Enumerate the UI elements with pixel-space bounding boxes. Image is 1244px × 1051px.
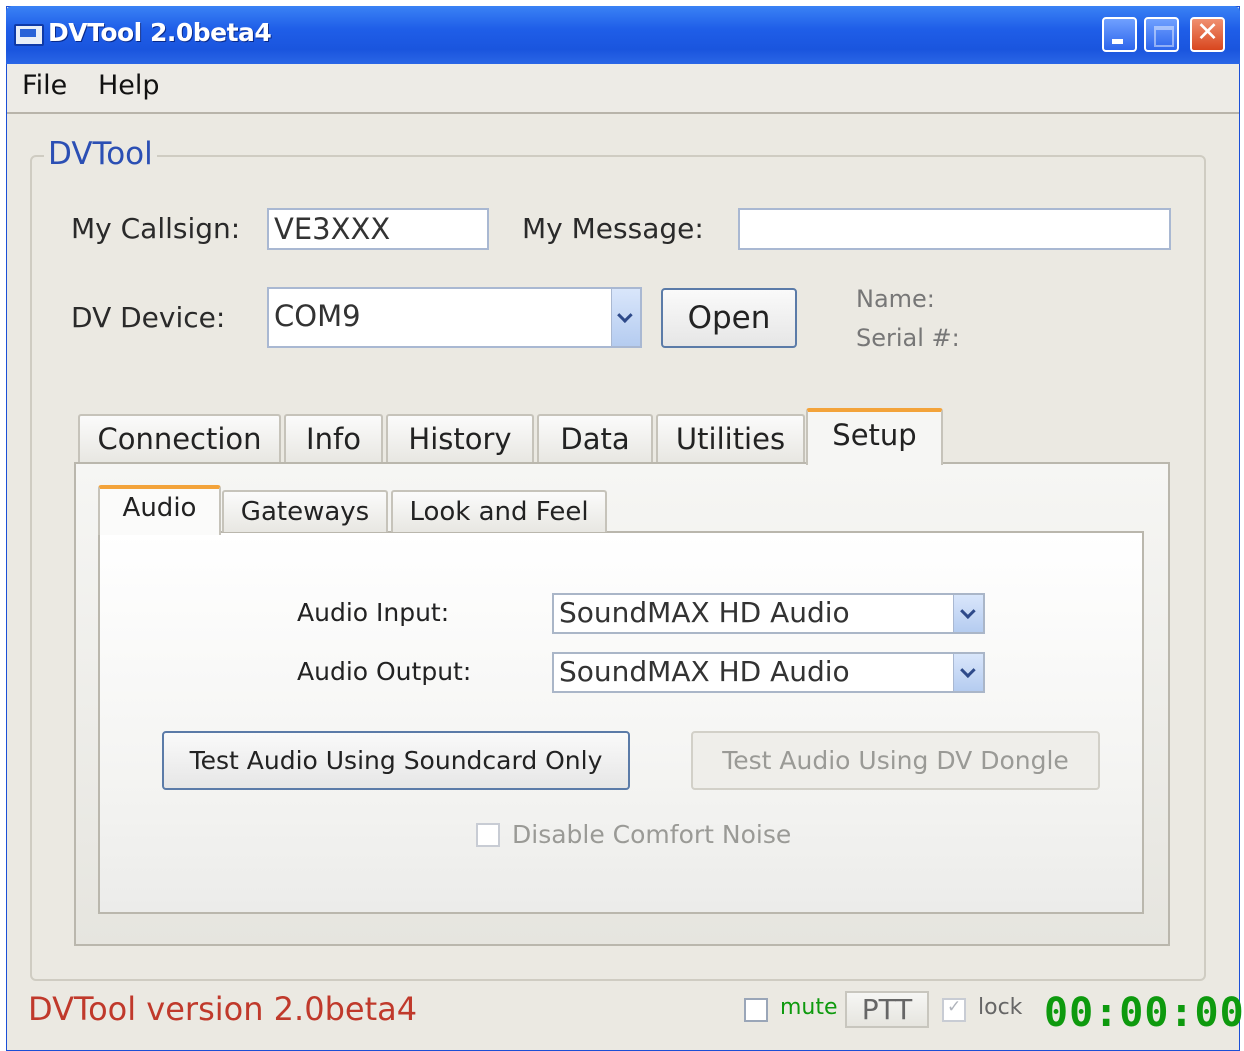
message-input[interactable] bbox=[738, 208, 1171, 250]
timer-display: 00:00:00 bbox=[1044, 990, 1244, 1036]
close-button[interactable]: ✕ bbox=[1190, 17, 1225, 52]
subtab-audio[interactable]: Audio bbox=[98, 485, 221, 535]
chevron-down-icon[interactable] bbox=[611, 289, 640, 346]
message-label: My Message: bbox=[522, 212, 704, 245]
mute-label: mute bbox=[780, 995, 838, 1020]
device-label: DV Device: bbox=[71, 301, 226, 334]
group-legend: DVTool bbox=[44, 136, 157, 172]
audio-output-label: Audio Output: bbox=[297, 657, 472, 686]
tab-utilities[interactable]: Utilities bbox=[656, 414, 805, 462]
device-combo[interactable]: COM9 bbox=[267, 287, 642, 348]
tab-data[interactable]: Data bbox=[537, 414, 653, 462]
minimize-button[interactable] bbox=[1102, 17, 1137, 52]
test-soundcard-button[interactable]: Test Audio Using Soundcard Only bbox=[162, 731, 630, 790]
chevron-down-icon[interactable] bbox=[953, 654, 983, 691]
chevron-down-icon[interactable] bbox=[953, 595, 983, 632]
test-dongle-button[interactable]: Test Audio Using DV Dongle bbox=[691, 731, 1100, 790]
device-name-label: Name: bbox=[856, 285, 935, 313]
subtab-look-and-feel[interactable]: Look and Feel bbox=[391, 490, 607, 532]
check-icon: ✓ bbox=[947, 997, 962, 1017]
open-button[interactable]: Open bbox=[661, 288, 797, 348]
tab-info[interactable]: Info bbox=[284, 414, 383, 462]
audio-input-value: SoundMAX HD Audio bbox=[559, 596, 850, 629]
menu-bar bbox=[7, 64, 1239, 114]
audio-output-value: SoundMAX HD Audio bbox=[559, 655, 850, 688]
ptt-button[interactable]: PTT bbox=[845, 991, 929, 1028]
device-value: COM9 bbox=[274, 299, 361, 333]
version-text: DVTool version 2.0beta4 bbox=[28, 990, 418, 1028]
close-icon: ✕ bbox=[1196, 17, 1219, 48]
device-serial-label: Serial #: bbox=[856, 324, 960, 352]
audio-input-label: Audio Input: bbox=[297, 598, 450, 627]
tab-connection[interactable]: Connection bbox=[78, 414, 281, 462]
lock-checkbox[interactable]: ✓ bbox=[942, 997, 966, 1022]
audio-input-combo[interactable]: SoundMAX HD Audio bbox=[552, 593, 985, 634]
comfort-noise-checkbox[interactable] bbox=[476, 823, 500, 847]
comfort-noise-label: Disable Comfort Noise bbox=[512, 820, 792, 849]
audio-output-combo[interactable]: SoundMAX HD Audio bbox=[552, 652, 985, 693]
window-title: DVTool 2.0beta4 bbox=[48, 18, 272, 47]
callsign-input[interactable]: VE3XXX bbox=[267, 208, 489, 250]
app-icon bbox=[14, 24, 44, 46]
menu-file[interactable]: File bbox=[22, 70, 67, 101]
tab-setup[interactable]: Setup bbox=[806, 408, 943, 465]
callsign-label: My Callsign: bbox=[71, 212, 241, 245]
maximize-button[interactable] bbox=[1144, 17, 1179, 52]
audio-panel bbox=[98, 531, 1144, 914]
menu-help[interactable]: Help bbox=[98, 70, 160, 101]
tab-history[interactable]: History bbox=[386, 414, 534, 462]
mute-checkbox[interactable] bbox=[744, 998, 768, 1022]
lock-label: lock bbox=[978, 995, 1023, 1020]
subtab-gateways[interactable]: Gateways bbox=[222, 490, 388, 532]
